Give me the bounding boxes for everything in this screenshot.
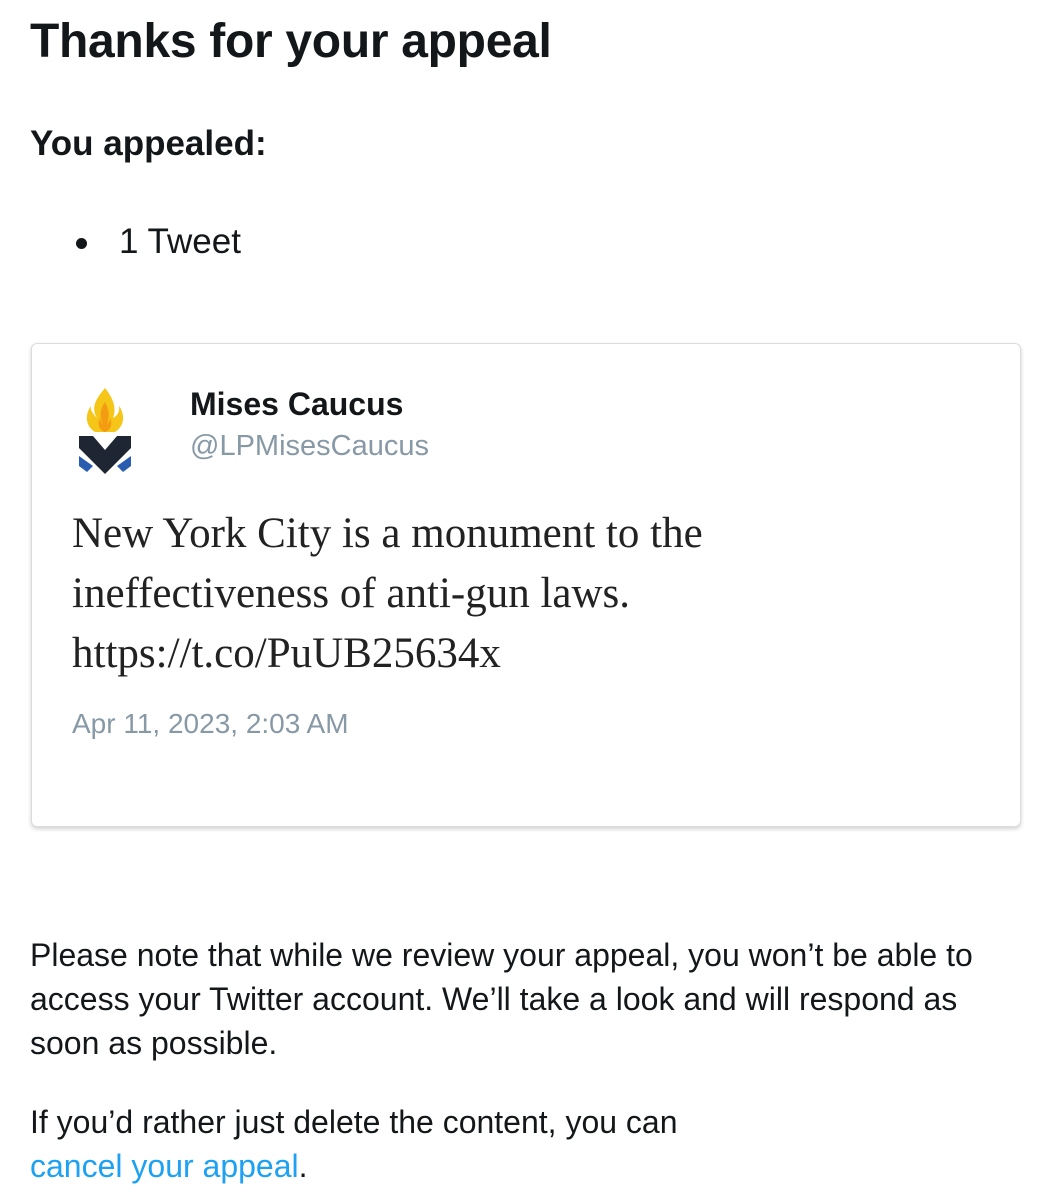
tweet-author-handle[interactable]: @LPMisesCaucus [190, 430, 429, 463]
cancel-notice: If you’d rather just delete the content,… [30, 1100, 1030, 1188]
appealed-items-list: 1 Tweet [72, 222, 241, 262]
appealed-heading: You appealed: [30, 124, 267, 163]
tweet-text-line: New York City is a monument to the [72, 510, 703, 557]
list-item: 1 Tweet [72, 222, 241, 262]
avatar-logo-svg [79, 388, 131, 474]
mises-caucus-logo-icon[interactable] [73, 384, 137, 478]
tweet-timestamp: Apr 11, 2023, 2:03 AM [72, 708, 349, 739]
review-notice: Please note that while we review your ap… [30, 937, 973, 1061]
bullet-icon [76, 238, 87, 249]
tweet-card[interactable]: Mises Caucus @LPMisesCaucus New York Cit… [31, 343, 1021, 827]
tweet-link[interactable]: https://t.co/PuUB25634x [72, 624, 992, 684]
page-title: Thanks for your appeal [30, 15, 552, 68]
cancel-notice-suffix: . [298, 1148, 308, 1184]
tweet-author-name[interactable]: Mises Caucus [190, 386, 403, 423]
cancel-appeal-link[interactable]: cancel your appeal [30, 1148, 299, 1184]
tweet-text-line: ineffectiveness of anti-gun laws. [72, 570, 631, 617]
cancel-notice-prefix: If you’d rather just delete the content,… [30, 1104, 678, 1140]
appealed-item-label: 1 Tweet [119, 222, 241, 261]
tweet-text: New York City is a monument to the ineff… [72, 504, 992, 684]
